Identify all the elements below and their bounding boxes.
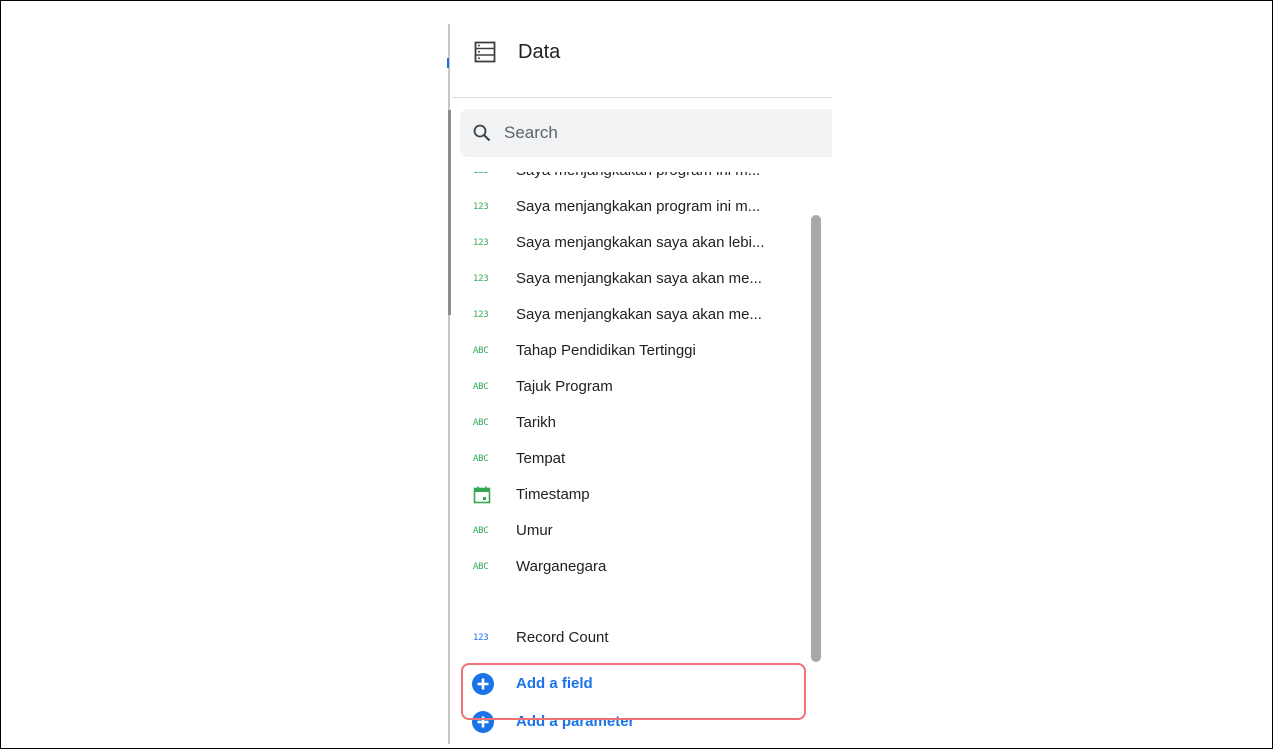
field-label: Tempat — [516, 450, 566, 467]
field-row[interactable]: ABC Tarikh — [452, 405, 807, 441]
number-type-icon: 123 — [473, 310, 489, 320]
data-panel: Data 123 Saya menjangkakan program ini m… — [452, 24, 832, 747]
search-input[interactable] — [504, 121, 804, 145]
field-label: Umur — [516, 522, 553, 539]
field-label: Saya menjangkakan saya akan me... — [516, 306, 762, 323]
text-type-icon: ABC — [473, 346, 489, 356]
search-box[interactable] — [460, 109, 832, 157]
field-label: Timestamp — [516, 486, 590, 503]
field-list-scrollbar-thumb[interactable] — [811, 215, 821, 662]
search-icon — [473, 124, 491, 142]
left-panel-accent — [447, 58, 449, 68]
field-row[interactable]: 123 Saya menjangkakan program ini m... — [452, 172, 807, 189]
field-label: Saya menjangkakan program ini m... — [516, 172, 808, 181]
add-parameter-button[interactable]: Add a parameter — [452, 704, 807, 740]
field-row[interactable]: ABC Tahap Pendidikan Tertinggi — [452, 333, 807, 369]
table-icon — [474, 41, 496, 63]
field-row[interactable]: ABC Warganegara — [452, 549, 807, 585]
text-type-icon: ABC — [473, 526, 489, 536]
text-type-icon: ABC — [473, 562, 489, 572]
field-row[interactable]: ABC Tajuk Program — [452, 369, 807, 405]
number-type-icon: 123 — [473, 172, 495, 177]
plus-circle-icon — [472, 673, 494, 695]
left-panel-scrollbar[interactable] — [448, 110, 451, 315]
data-panel-header: Data — [452, 24, 832, 97]
field-row[interactable]: ABC Tempat — [452, 441, 807, 477]
field-row[interactable]: Timestamp — [452, 477, 807, 513]
field-label: Record Count — [516, 629, 609, 646]
record-count-row[interactable]: 123 Record Count — [452, 620, 807, 656]
field-label: Saya menjangkakan saya akan lebi... — [516, 234, 765, 251]
add-field-button[interactable]: Add a field — [452, 666, 807, 702]
plus-circle-icon — [472, 711, 494, 733]
calendar-icon — [473, 486, 491, 504]
header-divider — [452, 97, 832, 98]
field-list: 123 Saya menjangkakan program ini m... 1… — [452, 172, 812, 747]
text-type-icon: ABC — [473, 382, 489, 392]
field-label: Tarikh — [516, 414, 557, 431]
add-parameter-label: Add a parameter — [516, 713, 635, 730]
field-row[interactable]: ABC Umur — [452, 513, 807, 549]
number-type-icon: 123 — [473, 274, 489, 284]
field-row[interactable]: 123 Saya menjangkakan saya akan lebi... — [452, 225, 807, 261]
field-label: Warganegara — [516, 558, 607, 575]
field-row[interactable]: 123 Saya menjangkakan saya akan me... — [452, 261, 807, 297]
number-type-icon: 123 — [473, 238, 489, 248]
number-type-icon: 123 — [473, 202, 489, 212]
number-type-icon: 123 — [473, 633, 489, 643]
field-label: Tajuk Program — [516, 378, 613, 395]
panel-title: Data — [518, 41, 561, 63]
add-field-label: Add a field — [516, 675, 593, 692]
field-row[interactable]: 123 Saya menjangkakan saya akan me... — [452, 297, 807, 333]
field-label: Saya menjangkakan saya akan me... — [516, 270, 762, 287]
text-type-icon: ABC — [473, 418, 489, 428]
field-label: Saya menjangkakan program ini m... — [516, 198, 761, 215]
text-type-icon: ABC — [473, 454, 489, 464]
field-label: Tahap Pendidikan Tertinggi — [516, 342, 696, 359]
field-row[interactable]: 123 Saya menjangkakan program ini m... — [452, 189, 807, 225]
